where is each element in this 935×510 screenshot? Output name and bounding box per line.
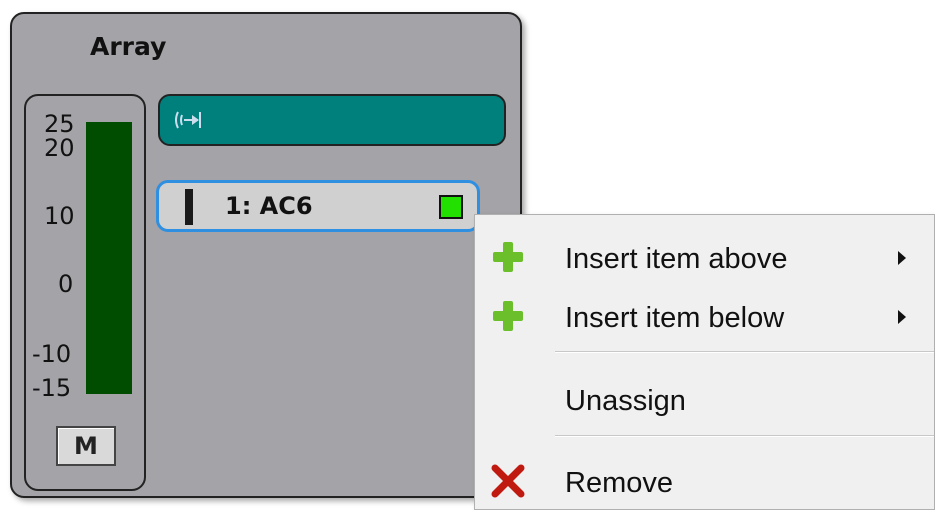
- item-label: 1: AC6: [225, 192, 313, 220]
- menu-separator: [555, 351, 934, 353]
- plus-icon: [493, 301, 523, 331]
- meter-bar: [86, 122, 132, 394]
- array-item-slot[interactable]: 1: AC6: [156, 180, 480, 232]
- panel-title: Array: [90, 32, 167, 61]
- meter-tick: 25: [44, 110, 75, 138]
- plus-icon: [493, 242, 523, 272]
- meter-tick: -15: [32, 374, 72, 402]
- meter-tick: -10: [32, 340, 72, 368]
- status-indicator: [439, 195, 463, 219]
- context-menu: Insert item above Insert item below Unas…: [474, 214, 935, 510]
- submenu-arrow-icon: [898, 251, 906, 265]
- level-meter: 25 20 10 0 -10 -15 M: [24, 94, 146, 491]
- drag-handle[interactable]: [185, 189, 193, 225]
- menu-item-label: Insert item below: [565, 302, 785, 334]
- meter-tick: 10: [44, 202, 75, 230]
- empty-slot[interactable]: [158, 94, 506, 146]
- menu-item-insert-above[interactable]: Insert item above: [475, 227, 934, 285]
- menu-item-unassign[interactable]: Unassign: [475, 369, 934, 427]
- submenu-arrow-icon: [898, 310, 906, 324]
- array-panel: Array 25 20 10 0 -10 -15 M 1: AC6: [10, 12, 522, 498]
- menu-item-label: Insert item above: [565, 243, 788, 275]
- meter-tick: 20: [44, 134, 75, 162]
- menu-item-remove[interactable]: Remove: [475, 451, 934, 509]
- menu-item-label: Unassign: [565, 385, 686, 417]
- remove-x-icon: [491, 464, 525, 498]
- meter-tick: 0: [58, 270, 74, 298]
- menu-item-label: Remove: [565, 467, 673, 499]
- menu-item-insert-below[interactable]: Insert item below: [475, 286, 934, 344]
- mute-button[interactable]: M: [56, 426, 116, 466]
- menu-separator: [555, 435, 934, 437]
- speaker-connect-icon: [175, 111, 201, 129]
